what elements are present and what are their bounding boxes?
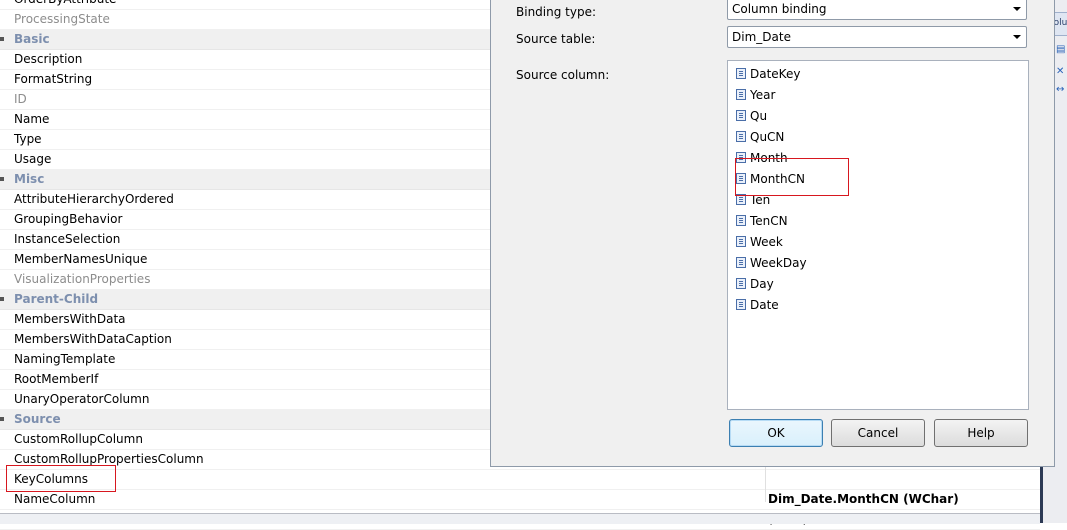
column-list-item[interactable]: QuCN (736, 127, 784, 148)
property-name: MemberNamesUnique (14, 252, 148, 266)
property-name: Usage (14, 152, 52, 166)
property-name: OrderByAttribute (14, 0, 116, 9)
chevron-down-icon (1013, 35, 1021, 39)
property-name: MembersWithData (14, 312, 126, 326)
chevron-down-icon (1013, 7, 1021, 11)
column-icon (736, 131, 746, 142)
grid-column-divider (765, 466, 766, 502)
cancel-button[interactable]: Cancel (831, 419, 925, 447)
column-list-item[interactable]: Date (736, 295, 779, 316)
category-label: Parent-Child (14, 292, 99, 306)
column-list-item[interactable]: Week (736, 232, 783, 253)
column-name: Date (750, 298, 779, 312)
arrow-icon: ↔ (1056, 84, 1065, 95)
column-icon (736, 257, 746, 268)
column-icon (736, 236, 746, 247)
collapse-icon[interactable] (0, 417, 4, 421)
binding-dialog: Binding type: Column binding Source tabl… (490, 0, 1055, 467)
monthcn-highlight-box (735, 158, 849, 196)
property-row[interactable]: KeyColumns (0, 470, 1040, 490)
help-button[interactable]: Help (934, 419, 1028, 447)
property-name: UnaryOperatorColumn (14, 392, 150, 406)
column-name: QuCN (750, 130, 785, 144)
property-name: RootMemberIf (14, 372, 99, 386)
collapse-icon[interactable] (0, 177, 4, 181)
column-name: Day (750, 277, 774, 291)
column-name: Year (750, 88, 776, 102)
column-list-item[interactable]: Qu (736, 106, 767, 127)
column-icon (736, 278, 746, 289)
property-name: NamingTemplate (14, 352, 116, 366)
property-row[interactable]: NameColumn Dim_Date.MonthCN (WChar) (0, 490, 1040, 510)
column-icon (736, 110, 746, 121)
column-icon (736, 215, 746, 226)
category-label: Misc (14, 172, 45, 186)
grid-bottom-bar (0, 513, 1040, 524)
binding-type-label: Binding type: (516, 5, 597, 19)
document-icon[interactable]: ▤ (1056, 44, 1067, 55)
property-name: InstanceSelection (14, 232, 121, 246)
property-name: Name (14, 112, 50, 126)
column-name: DateKey (750, 67, 801, 81)
source-column-list[interactable]: DateKey Year Qu QuCN Month MonthCN Ten TenCN Wee… (727, 60, 1029, 410)
category-label: Source (14, 412, 61, 426)
binding-type-value: Column binding (732, 2, 827, 16)
property-value[interactable]: Dim_Date.MonthCN (WChar) (768, 490, 959, 509)
property-name: Description (14, 52, 83, 66)
column-name: WeekDay (750, 256, 807, 270)
property-name: NameColumn (14, 492, 96, 506)
source-table-select[interactable]: Dim_Date (727, 26, 1027, 48)
column-list-item[interactable]: Day (736, 274, 774, 295)
property-name: ProcessingState (14, 12, 110, 26)
property-name: ID (14, 92, 27, 106)
column-icon (736, 89, 746, 100)
property-name: GroupingBehavior (14, 212, 123, 226)
column-list-item[interactable]: Year (736, 85, 775, 106)
namecolumn-highlight-box (6, 465, 116, 492)
property-name: FormatString (14, 72, 93, 86)
property-name: CustomRollupColumn (14, 432, 143, 446)
close-x-icon[interactable]: ✕ (1056, 66, 1067, 77)
column-icon (736, 299, 746, 310)
ok-button[interactable]: OK (729, 419, 823, 447)
category-label: Basic (14, 32, 50, 46)
column-list-item[interactable]: WeekDay (736, 253, 807, 274)
property-name: AttributeHierarchyOrdered (14, 192, 174, 206)
column-list-item[interactable]: DateKey (736, 64, 800, 85)
collapse-icon[interactable] (0, 37, 4, 41)
column-list-item[interactable]: TenCN (736, 211, 788, 232)
source-column-label: Source column: (516, 68, 610, 82)
property-name: MembersWithDataCaption (14, 332, 172, 346)
property-name: VisualizationProperties (14, 272, 151, 286)
collapse-icon[interactable] (0, 297, 4, 301)
source-table-value: Dim_Date (732, 30, 791, 44)
binding-type-select[interactable]: Column binding (727, 0, 1027, 20)
source-table-label: Source table: (516, 32, 596, 46)
column-icon (736, 68, 746, 79)
column-name: Week (750, 235, 783, 249)
property-name: Type (14, 132, 42, 146)
column-name: Qu (750, 109, 768, 123)
column-name: TenCN (750, 214, 788, 228)
